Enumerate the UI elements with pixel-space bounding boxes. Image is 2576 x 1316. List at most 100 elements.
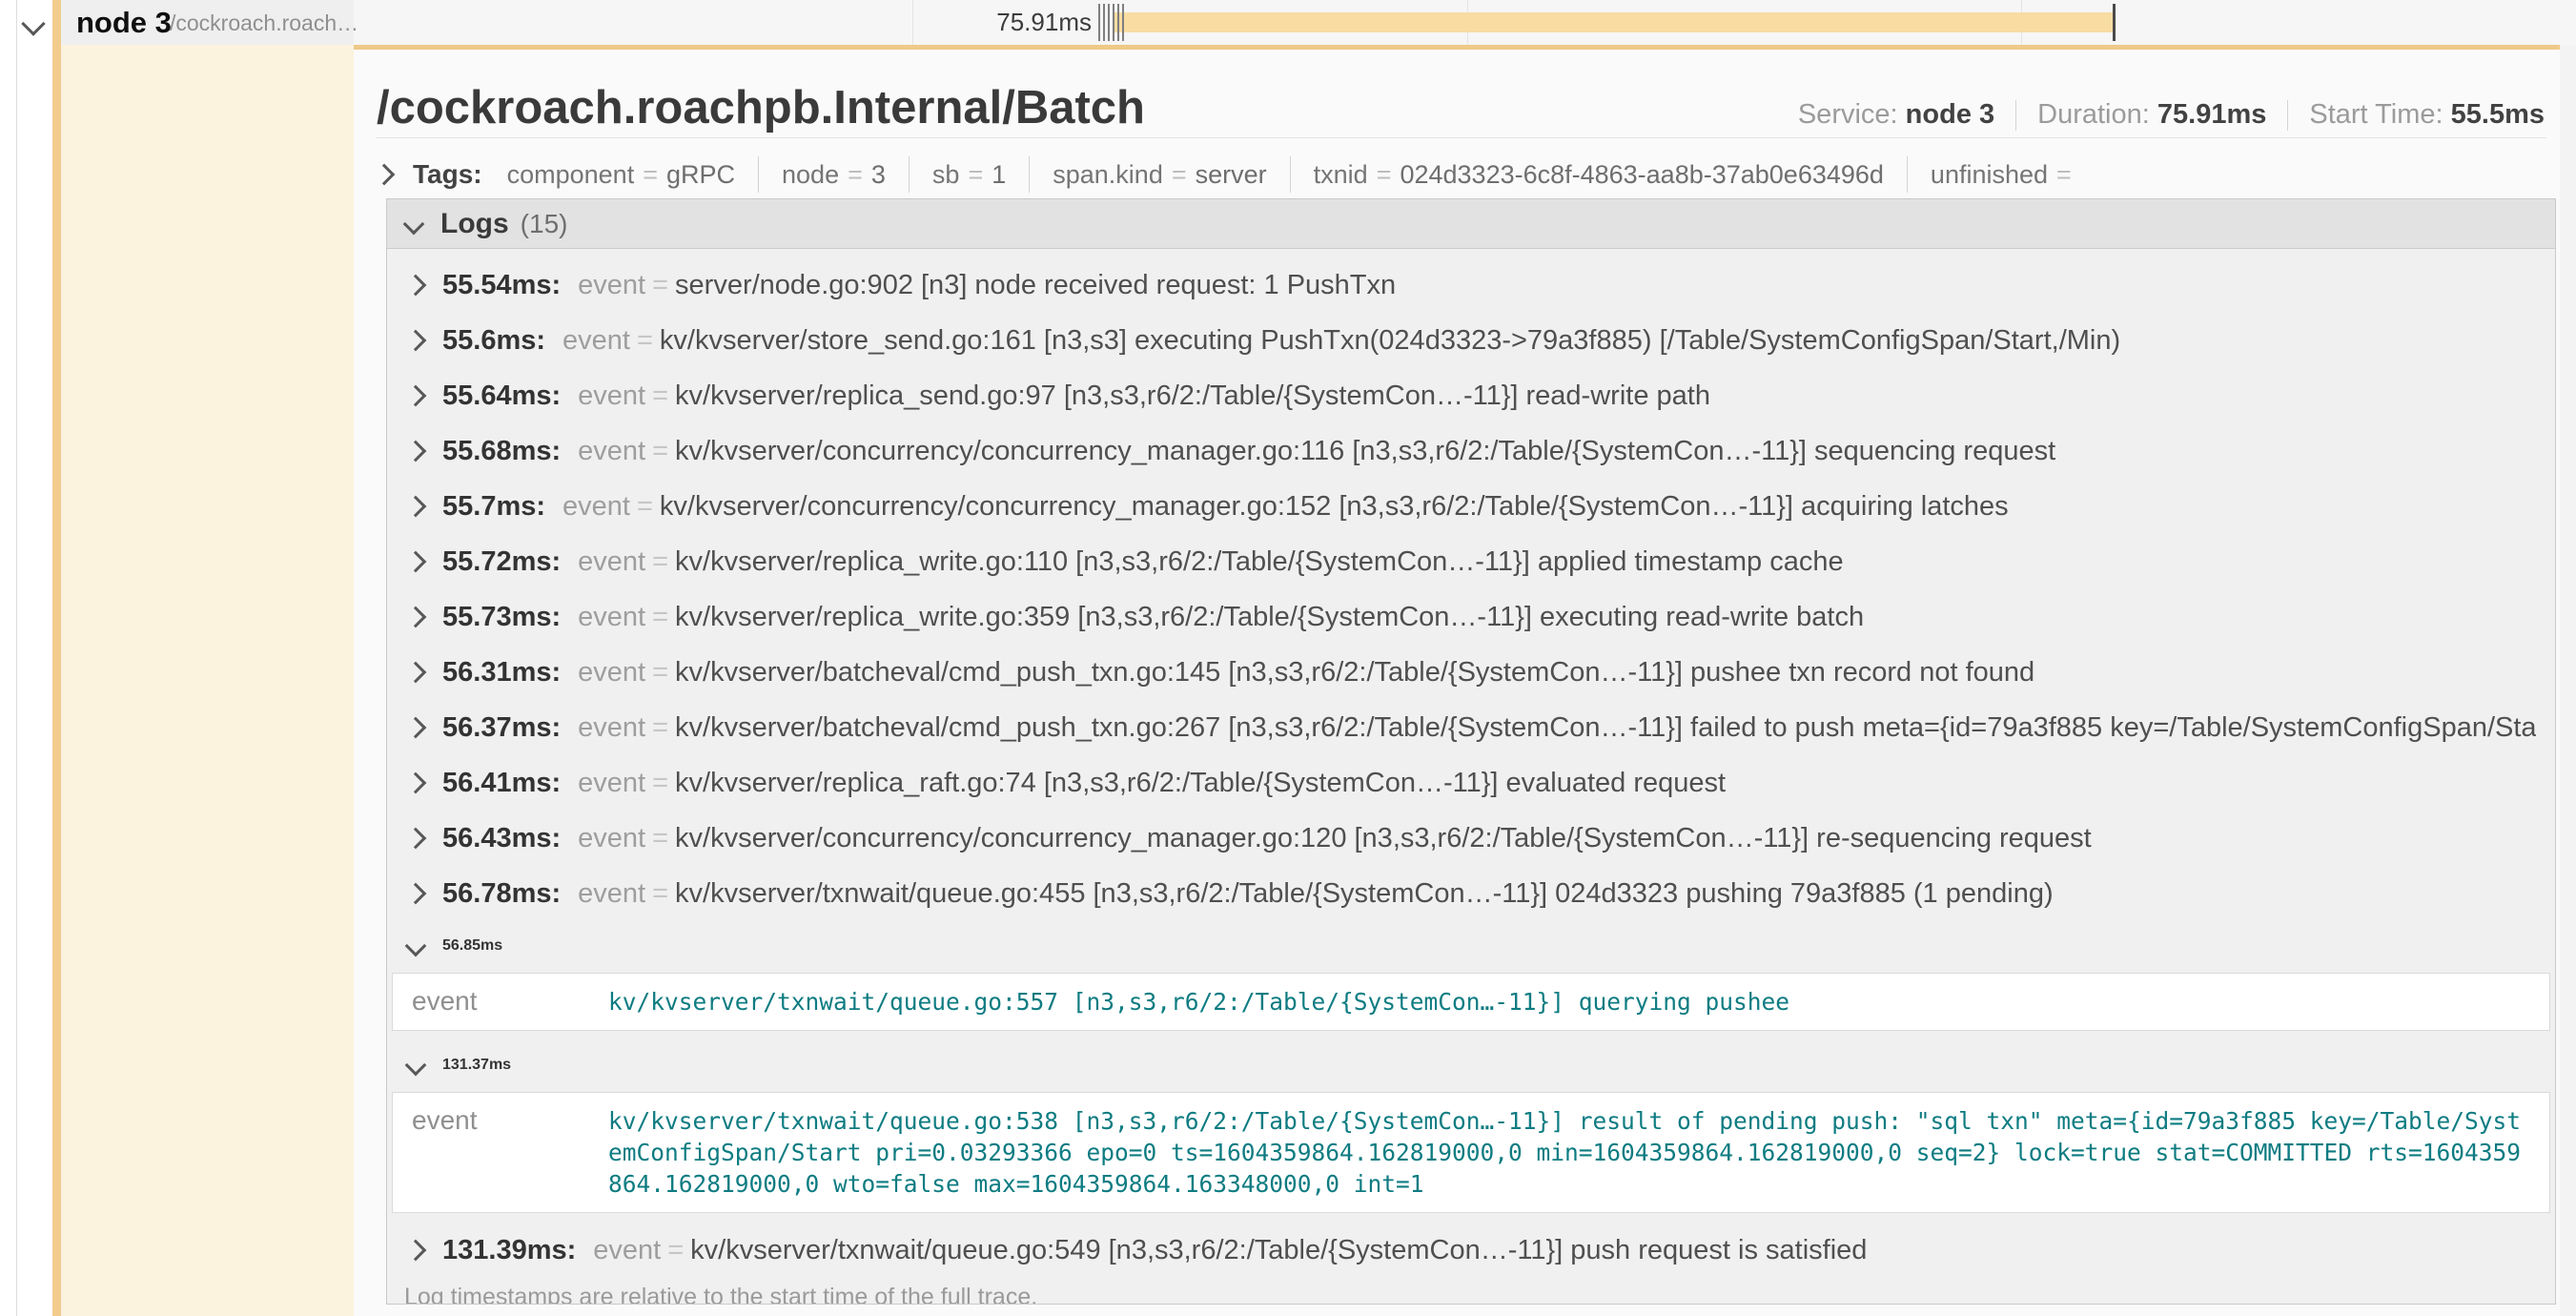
logs-accordion-header[interactable]: Logs (15) [387, 199, 2555, 249]
log-field-key: event [578, 823, 645, 853]
log-field-value: kv/kvserver/txnwait/queue.go:538 [n3,s3,… [608, 1105, 2549, 1200]
log-timestamp: 55.6ms: [442, 325, 545, 357]
log-expand-chevron-icon[interactable] [405, 275, 427, 297]
log-entry-expanded: 56.85mseventkv/kvserver/txnwait/queue.go… [387, 921, 2555, 1031]
tag-separator [909, 156, 910, 193]
log-marker-tick [1117, 4, 1119, 41]
log-collapse-chevron-icon[interactable] [405, 936, 427, 957]
log-field-equals: = [652, 602, 668, 632]
tag-item: sb=1 [932, 160, 1006, 190]
tag-equals: = [643, 160, 658, 190]
log-field-value: kv/kvserver/concurrency/concurrency_mana… [660, 491, 2009, 522]
log-field-value: kv/kvserver/replica_send.go:97 [n3,s3,r6… [675, 380, 1710, 411]
log-row[interactable]: 55.7ms:event=kv/kvserver/concurrency/con… [387, 479, 2555, 534]
span-operation-truncated[interactable]: /cockroach.roach… [170, 0, 358, 45]
tags-label[interactable]: Tags: [413, 159, 482, 190]
log-timestamp: 55.7ms: [442, 491, 545, 523]
log-field-preview: event=kv/kvserver/concurrency/concurrenc… [578, 436, 2536, 467]
log-expand-chevron-icon[interactable] [405, 385, 427, 407]
log-field-equals: = [652, 270, 668, 300]
log-field-key: event [578, 768, 645, 798]
tag-separator [1290, 156, 1291, 193]
log-field-value: kv/kvserver/batcheval/cmd_push_txn.go:14… [675, 657, 2034, 688]
log-marker-tick [1098, 4, 1100, 41]
log-expand-chevron-icon[interactable] [405, 883, 427, 905]
log-field-key: event [393, 1105, 608, 1200]
log-row[interactable]: 55.6ms:event=kv/kvserver/store_send.go:1… [387, 313, 2555, 368]
log-field-preview: event=kv/kvserver/txnwait/queue.go:455 [… [578, 878, 2536, 910]
log-timestamp: 55.73ms: [442, 602, 561, 633]
log-marker-tick [1113, 4, 1114, 41]
log-row[interactable]: 56.41ms:event=kv/kvserver/replica_raft.g… [387, 755, 2555, 811]
log-row[interactable]: 56.43ms:event=kv/kvserver/concurrency/co… [387, 811, 2555, 866]
log-field-preview: event=kv/kvserver/batcheval/cmd_push_txn… [578, 712, 2536, 744]
collapse-span-chevron-icon[interactable] [21, 11, 45, 35]
log-timestamp: 55.72ms: [442, 546, 561, 578]
tag-item: txnid=024d3323-6c8f-4863-aa8b-37ab0e6349… [1314, 160, 1884, 190]
log-field-equals: = [652, 878, 668, 909]
tag-value: gRPC [666, 160, 735, 190]
log-field-equals: = [637, 325, 653, 356]
tag-separator [758, 156, 759, 193]
log-timestamp: 55.54ms: [442, 270, 561, 301]
log-expand-chevron-icon[interactable] [405, 441, 427, 463]
tag-item: unfinished= [1931, 160, 2080, 190]
log-field-key: event [578, 546, 645, 577]
log-field-equals: = [652, 823, 668, 853]
logs-collapse-chevron-icon[interactable] [403, 213, 425, 235]
log-entry-expanded-header[interactable]: 131.37ms [387, 1040, 2555, 1090]
log-row[interactable]: 131.39ms:event=kv/kvserver/txnwait/queue… [387, 1223, 2555, 1278]
service-label: Service: [1798, 99, 1898, 130]
selected-span-name-column[interactable] [61, 45, 354, 1316]
logs-footer-note: Log timestamps are relative to the start… [387, 1278, 2555, 1305]
log-field-equals: = [652, 657, 668, 688]
log-row[interactable]: 55.54ms:event=server/node.go:902 [n3] no… [387, 257, 2555, 313]
meta-separator [2015, 100, 2016, 131]
log-row[interactable]: 55.72ms: event=kv/kvserver/replica_write.… [387, 534, 2555, 589]
log-field-preview: event=kv/kvserver/replica_send.go:97 [n3… [578, 380, 2536, 412]
log-field-equals: = [652, 546, 668, 577]
log-expand-chevron-icon[interactable] [405, 496, 427, 518]
service-color-bar [52, 0, 61, 1316]
log-row[interactable]: 55.73ms: event=kv/kvserver/replica_write.… [387, 589, 2555, 645]
log-expand-chevron-icon[interactable] [405, 662, 427, 684]
span-duration-label: 75.91ms [882, 0, 1092, 45]
log-row[interactable]: 56.78ms:event=kv/kvserver/txnwait/queue.… [387, 866, 2555, 921]
tag-value: 3 [871, 160, 886, 190]
log-expand-chevron-icon[interactable] [405, 1240, 427, 1262]
tag-key: component [507, 160, 635, 190]
span-meta: Service: node 3Duration: 75.91msStart Ti… [1798, 99, 2545, 131]
log-field-key: event [578, 380, 645, 411]
log-row[interactable]: 56.37ms:event=kv/kvserver/batcheval/cmd_… [387, 700, 2555, 755]
tags-expander-chevron-icon[interactable] [374, 164, 396, 186]
tag-value: server [1196, 160, 1267, 190]
log-row[interactable]: 55.64ms:event=kv/kvserver/replica_send.g… [387, 368, 2555, 423]
log-field-key: event [578, 270, 645, 300]
log-field-value: kv/kvserver/batcheval/cmd_push_txn.go:26… [675, 712, 2536, 743]
log-field-value: kv/kvserver/txnwait/queue.go:557 [n3,s3,… [608, 986, 2549, 1018]
header-divider [377, 137, 2546, 138]
tag-value: 024d3323-6c8f-4863-aa8b-37ab0e63496d [1400, 160, 1883, 190]
log-fields-table: eventkv/kvserver/txnwait/queue.go:557 [n… [392, 973, 2550, 1031]
log-entry-expanded-header[interactable]: 56.85ms [387, 921, 2555, 971]
log-collapse-chevron-icon[interactable] [405, 1055, 427, 1077]
log-field-preview: event=kv/kvserver/batcheval/cmd_push_txn… [578, 657, 2536, 689]
log-expand-chevron-icon[interactable] [405, 607, 427, 628]
log-field-key: event [578, 657, 645, 688]
log-row[interactable]: 55.68ms:event=kv/kvserver/concurrency/co… [387, 423, 2555, 479]
tags-row[interactable]: Tags: component=gRPCnode=3sb=1span.kind=… [377, 151, 2546, 198]
log-expand-chevron-icon[interactable] [405, 717, 427, 739]
tags-list: component=gRPCnode=3sb=1span.kind=server… [507, 156, 2080, 193]
log-expand-chevron-icon[interactable] [405, 551, 427, 573]
log-field-equals: = [652, 768, 668, 798]
log-expand-chevron-icon[interactable] [405, 330, 427, 352]
span-duration-bar[interactable] [1114, 12, 2115, 32]
log-row[interactable]: 56.31ms:event=kv/kvserver/batcheval/cmd_… [387, 645, 2555, 700]
span-service-name[interactable]: node 3 [76, 0, 172, 45]
log-expand-chevron-icon[interactable] [405, 772, 427, 794]
log-expand-chevron-icon[interactable] [405, 828, 427, 850]
tag-key: txnid [1314, 160, 1368, 190]
log-field-preview: event=kv/kvserver/replica_write.go:359 [… [578, 602, 2536, 633]
start-time-label: Start Time: [2309, 99, 2443, 130]
log-field-preview: event=kv/kvserver/replica_write.go:110 [… [578, 546, 2536, 578]
